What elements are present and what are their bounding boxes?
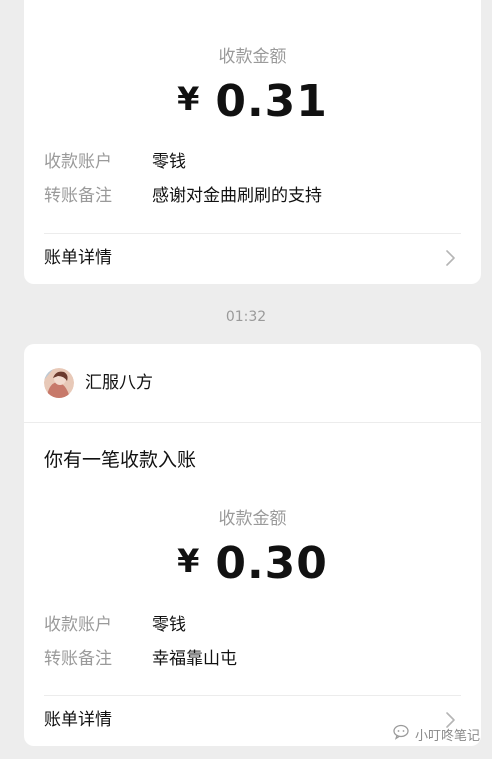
amount-label: 收款金额 [218, 47, 287, 67]
divider [24, 422, 481, 423]
sender-name: 汇服八方 [85, 373, 153, 393]
note-key: 转账备注 [44, 186, 112, 206]
chevron-right-icon [441, 244, 461, 272]
amount-value: 0.31 [215, 76, 328, 127]
amount-display: ¥0.30 [24, 538, 481, 589]
amount-value: 0.30 [215, 538, 328, 589]
note-row: 转账备注 感谢对金曲刷刷的支持 [44, 184, 461, 208]
account-row: 收款账户 零钱 [44, 150, 461, 174]
note-row: 转账备注 幸福靠山屯 [44, 647, 461, 671]
account-key: 收款账户 [44, 615, 112, 635]
bill-details-label: 账单详情 [44, 710, 112, 730]
watermark: 小叮咚笔记 [393, 723, 480, 745]
message-timestamp: 01:32 [225, 309, 267, 325]
note-value: 幸福靠山屯 [152, 649, 237, 669]
currency-symbol: ¥ [177, 80, 200, 118]
sender-header[interactable]: 汇服八方 [44, 368, 461, 398]
avatar [44, 368, 74, 398]
account-value: 零钱 [152, 152, 186, 172]
payment-card-1: 收款金额 ¥0.31 收款账户 零钱 转账备注 感谢对金曲刷刷的支持 账单详情 [24, 0, 481, 284]
divider [44, 695, 461, 696]
amount-display: ¥0.31 [24, 76, 481, 127]
payment-card-2: 汇服八方 你有一笔收款入账 收款金额 ¥0.30 收款账户 零钱 转账备注 幸福靠山… [24, 344, 481, 746]
account-row: 收款账户 零钱 [44, 613, 461, 637]
currency-symbol: ¥ [177, 542, 200, 580]
account-value: 零钱 [152, 615, 186, 635]
divider [44, 233, 461, 234]
amount-label: 收款金额 [218, 509, 287, 529]
note-key: 转账备注 [44, 649, 112, 669]
note-value: 感谢对金曲刷刷的支持 [152, 186, 322, 206]
account-key: 收款账户 [44, 152, 112, 172]
bill-details-label: 账单详情 [44, 248, 112, 268]
bill-details-button[interactable]: 账单详情 [44, 244, 461, 272]
wechat-official-account-icon [393, 724, 411, 744]
message-title: 你有一笔收款入账 [44, 449, 197, 471]
watermark-text: 小叮咚笔记 [414, 728, 480, 744]
